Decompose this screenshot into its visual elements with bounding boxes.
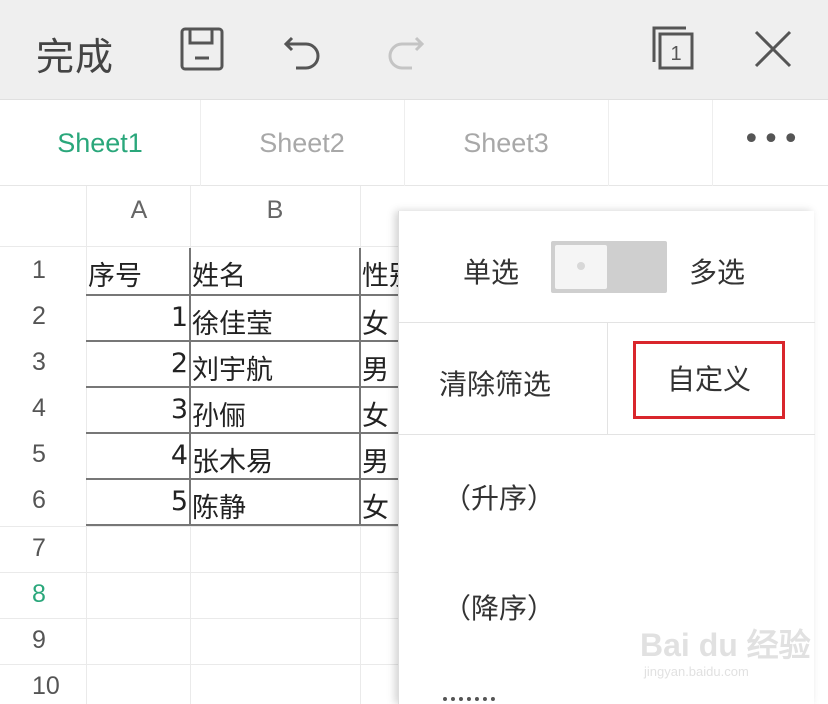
column-header-a[interactable]: A <box>88 196 190 225</box>
grid-line <box>86 186 87 704</box>
save-icon[interactable] <box>175 22 229 76</box>
tab-sheet2[interactable]: Sheet2 <box>201 100 403 186</box>
table-cell[interactable]: 3 <box>90 394 188 425</box>
table-cell[interactable]: 性别 <box>362 254 398 293</box>
row-header[interactable]: 10 <box>0 672 84 701</box>
row-header[interactable]: 4 <box>0 394 84 423</box>
done-button[interactable]: 完成 <box>36 26 114 81</box>
tab-sheet1[interactable]: Sheet1 <box>0 100 200 186</box>
table-cell[interactable]: 陈静 <box>192 486 246 525</box>
multi-select-label: 多选 <box>689 256 746 289</box>
table-cell[interactable]: 刘宇航 <box>192 348 273 387</box>
row-header[interactable]: 1 <box>0 256 84 285</box>
grid-line <box>0 246 400 247</box>
single-select-label: 单选 <box>463 256 520 289</box>
baidu-jingyan-watermark: Bai du 经验 jingyan.baidu.com <box>640 612 820 692</box>
redo-icon[interactable] <box>378 22 432 76</box>
table-cell[interactable]: 男 <box>362 348 389 387</box>
tab-divider <box>712 100 713 186</box>
filter-actions-row: 清除筛选 自定义 <box>399 323 815 435</box>
row-header-active[interactable]: 8 <box>0 580 84 609</box>
grid-line <box>0 572 400 573</box>
table-border <box>359 248 361 526</box>
sheet-tabs: Sheet1 Sheet2 Sheet3 ••• <box>0 100 828 186</box>
table-cell[interactable]: 张木易 <box>192 440 273 479</box>
table-cell[interactable]: 女 <box>362 302 389 341</box>
sort-descending-option[interactable]: （降序） <box>443 587 555 627</box>
row-header[interactable]: 9 <box>0 626 84 655</box>
sheets-count: 1 <box>670 43 681 65</box>
select-mode-toggle[interactable] <box>551 241 667 293</box>
table-cell[interactable]: 序号 <box>88 254 142 293</box>
divider <box>607 323 608 435</box>
table-cell[interactable]: 女 <box>362 486 389 525</box>
sort-ascending-option[interactable]: （升序） <box>443 477 555 517</box>
toggle-dot <box>577 262 585 270</box>
sheets-icon[interactable]: 1 <box>646 22 700 76</box>
table-border <box>189 248 191 526</box>
column-header-b[interactable]: B <box>192 196 358 225</box>
table-cell[interactable]: 女 <box>362 394 389 433</box>
table-cell[interactable]: 5 <box>90 486 188 517</box>
row-header[interactable]: 2 <box>0 302 84 331</box>
select-mode-row: 单选 多选 <box>399 211 815 323</box>
row-header[interactable]: 7 <box>0 534 84 563</box>
grid-line <box>0 664 400 665</box>
top-toolbar: 完成 1 <box>0 0 828 100</box>
grid-line <box>0 618 400 619</box>
custom-filter-button[interactable]: 自定义 <box>633 341 785 419</box>
more-icon[interactable]: ••• <box>740 100 804 186</box>
row-header[interactable]: 3 <box>0 348 84 377</box>
watermark-text: Bai du 经验 <box>640 627 811 663</box>
clear-filter-button[interactable]: 清除筛选 <box>439 363 551 403</box>
watermark-url: jingyan.baidu.com <box>644 664 749 679</box>
table-cell[interactable]: 男 <box>362 440 389 479</box>
tab-sheet3[interactable]: Sheet3 <box>405 100 607 186</box>
table-cell[interactable]: 1 <box>90 302 188 333</box>
undo-icon[interactable] <box>276 22 330 76</box>
tab-divider <box>608 100 609 186</box>
table-cell[interactable]: 徐佳莹 <box>192 302 273 341</box>
table-cell[interactable]: 4 <box>90 440 188 471</box>
table-cell[interactable]: 2 <box>90 348 188 379</box>
table-cell[interactable]: 孙俪 <box>192 394 246 433</box>
row-header[interactable]: 6 <box>0 486 84 515</box>
table-border <box>86 294 400 296</box>
table-cell[interactable]: 姓名 <box>192 254 246 293</box>
toggle-knob[interactable] <box>555 245 607 289</box>
row-header[interactable]: 5 <box>0 440 84 469</box>
close-icon[interactable] <box>746 22 800 76</box>
grid-line <box>0 526 400 527</box>
partial-list-item <box>443 687 503 701</box>
